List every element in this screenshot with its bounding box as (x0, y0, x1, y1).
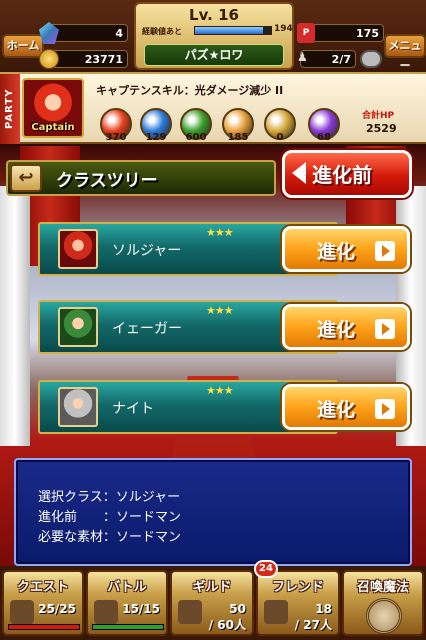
party-bar[interactable]: PARTY Captain キャプテンスキル：光ダメージ減少 II 370 12… (0, 74, 426, 144)
level-panel: Lv. 16 経験値あと 194 パズ★ロワ (134, 2, 294, 70)
guild-capacity: / 60人 (208, 618, 246, 632)
coin-icon (39, 49, 59, 69)
magic-circle-icon (366, 598, 402, 634)
battle-count: 15/15 (122, 602, 160, 616)
class-info-panel: 選択クラス：ソルジャー 進化前 ：ソードマン 必要な素材：ソードマン (14, 458, 412, 566)
class-name: ソルジャー (112, 243, 182, 259)
guild-label: ギルド (192, 580, 232, 595)
flag-icon (178, 600, 202, 624)
guild-members: 50 (229, 602, 246, 616)
home-button[interactable]: ホーム (2, 34, 44, 58)
play-arrow-icon (375, 399, 395, 419)
evolve-label: 進化 (317, 319, 356, 341)
class-tree-title: クラスツリー (56, 171, 158, 191)
wood-stat: 600 (185, 132, 207, 143)
water-stat: 129 (145, 132, 167, 143)
battle-button[interactable]: バトル 15/15 (86, 570, 168, 636)
play-arrow-icon (375, 241, 395, 261)
left-pillar (0, 186, 30, 446)
star-stat: 0 (276, 132, 284, 143)
menu-button[interactable]: メニュー (384, 34, 426, 72)
coin-count: 23771 (84, 53, 123, 66)
friend-count: 2/7 (331, 53, 351, 66)
required-material-line: 必要な素材：ソードマン (38, 530, 182, 545)
battle-label: バトル (107, 580, 147, 595)
friend-capacity: / 27人 (294, 618, 332, 632)
class-name: イェーガー (112, 321, 182, 337)
exp-progress-bar (194, 26, 272, 35)
class-name: ナイト (112, 401, 154, 417)
rarity-stars: ★★★ (206, 304, 234, 317)
quest-button[interactable]: クエスト 25/25 (2, 570, 84, 636)
stamina-counter: P 175 (297, 23, 384, 43)
quest-progress-bar (8, 624, 80, 630)
captain-label: Captain (31, 122, 75, 133)
fire-stat: 370 (105, 132, 127, 143)
gem-counter: 4 (39, 22, 128, 44)
friend-button[interactable]: フレンド 18 / 27人 (256, 570, 340, 636)
left-arrow-icon (292, 162, 306, 184)
captain-skill-text: キャプテンスキル：光ダメージ減少 II (96, 84, 284, 97)
friend-label: フレンド (271, 580, 324, 595)
pre-evolution-label: 進化前 (312, 163, 372, 187)
friend-counter: ♟ 2/7 (297, 50, 356, 68)
exp-label: 経験値あと (142, 27, 182, 36)
bottom-navigation: クエスト 25/25 バトル 15/15 ギルド 50 / 60人 フレンド 1… (0, 566, 426, 640)
soldier-portrait (58, 229, 98, 269)
total-hp-value: 2529 (366, 122, 397, 135)
gem-count: 4 (115, 27, 123, 40)
light-stat: 185 (227, 132, 249, 143)
dark-stat: 68 (317, 132, 331, 143)
guild-notification-badge: 24 (254, 560, 278, 578)
play-arrow-icon (375, 319, 395, 339)
guild-button[interactable]: ギルド 50 / 60人 (170, 570, 254, 636)
evolve-button-soldier[interactable]: 進化 (282, 226, 410, 272)
evolve-button-knight[interactable]: 進化 (282, 384, 410, 430)
evolve-button-jaeger[interactable]: 進化 (282, 304, 410, 350)
sword-icon (94, 600, 118, 624)
evolve-label: 進化 (317, 241, 356, 263)
stamina-count: 175 (356, 27, 379, 40)
friends-icon (264, 600, 288, 624)
friend-count: 18 (315, 602, 332, 616)
party-tag: PARTY (0, 74, 20, 144)
stamina-p-icon: P (297, 23, 315, 43)
selected-class-line: 選択クラス：ソルジャー (38, 490, 181, 505)
exp-progress-fill (195, 27, 264, 34)
player-level: Lv. 16 (189, 6, 239, 24)
pre-evolution-line: 進化前 ：ソードマン (38, 510, 182, 525)
rarity-stars: ★★★ (206, 384, 234, 397)
link-icon[interactable] (360, 50, 382, 68)
battle-progress-bar (92, 624, 164, 630)
jaeger-portrait (58, 307, 98, 347)
quest-count: 25/25 (38, 602, 76, 616)
quest-label: クエスト (16, 580, 69, 595)
rarity-stars: ★★★ (206, 226, 234, 239)
evolve-label: 進化 (317, 399, 356, 421)
knight-portrait (58, 387, 98, 427)
scroll-icon (10, 600, 34, 624)
summon-button[interactable]: 召喚魔法 (342, 570, 424, 636)
coin-counter: 23771 (39, 49, 128, 69)
player-name: パズ★ロワ (144, 44, 284, 66)
person-icon: ♟ (297, 50, 308, 64)
exp-remaining: 194 (274, 24, 293, 34)
back-button[interactable]: ↩ (10, 164, 42, 192)
total-hp-label: 合計HP (362, 111, 395, 121)
summon-label: 召喚魔法 (356, 580, 409, 595)
